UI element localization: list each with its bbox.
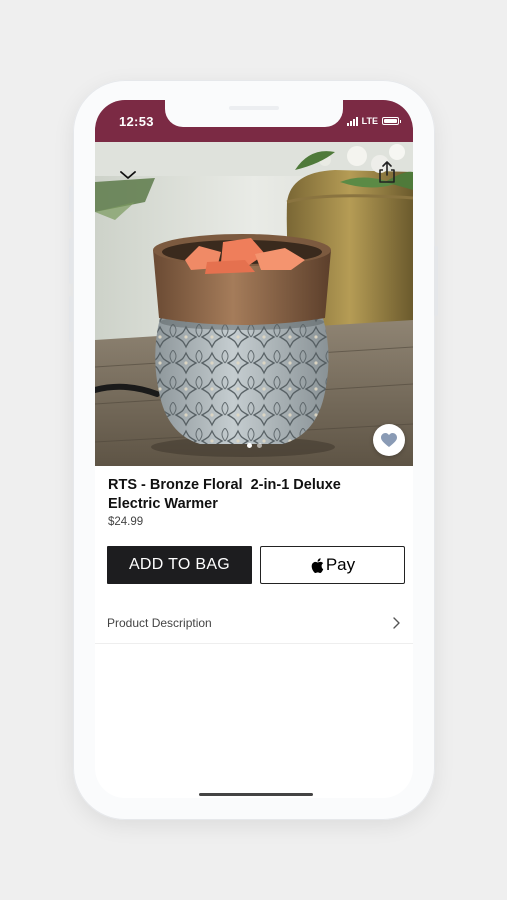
apple-logo-icon [311,557,324,573]
side-button-volume-up [69,238,73,284]
bronze-floral-warmer-photo [95,142,413,466]
add-to-bag-button[interactable]: ADD TO BAG [107,546,252,584]
product-description-row[interactable]: Product Description [95,602,413,644]
network-label: LTE [361,116,378,126]
side-button-volume-down [69,296,73,342]
phone-screen: 12:53 LTE RTS - Bronze Floral 2-in-1 Del… [95,100,413,798]
chevron-down-icon[interactable] [117,168,139,182]
apple-pay-label: Pay [325,555,356,574]
battery-icon [382,117,401,125]
chevron-right-icon [393,616,400,629]
carousel-dot[interactable] [246,443,252,448]
product-price: $24.99 [108,516,144,528]
share-icon[interactable] [377,160,397,184]
side-button-power [434,246,438,316]
notch [165,100,343,127]
status-indicators: LTE [346,116,401,126]
home-indicator[interactable] [199,793,313,796]
heart-icon [381,432,397,447]
carousel-dots [95,443,413,448]
side-button-silent [69,186,73,212]
apple-pay-button[interactable]: Pay [260,546,405,584]
carousel-dot[interactable] [256,443,262,448]
signal-icon [346,116,358,126]
product-image[interactable] [95,142,413,466]
product-title: RTS - Bronze Floral 2-in-1 Deluxe Electr… [108,477,341,512]
product-description-label: Product Description [107,615,212,630]
favorite-button[interactable] [373,424,405,456]
status-time: 12:53 [119,114,154,129]
